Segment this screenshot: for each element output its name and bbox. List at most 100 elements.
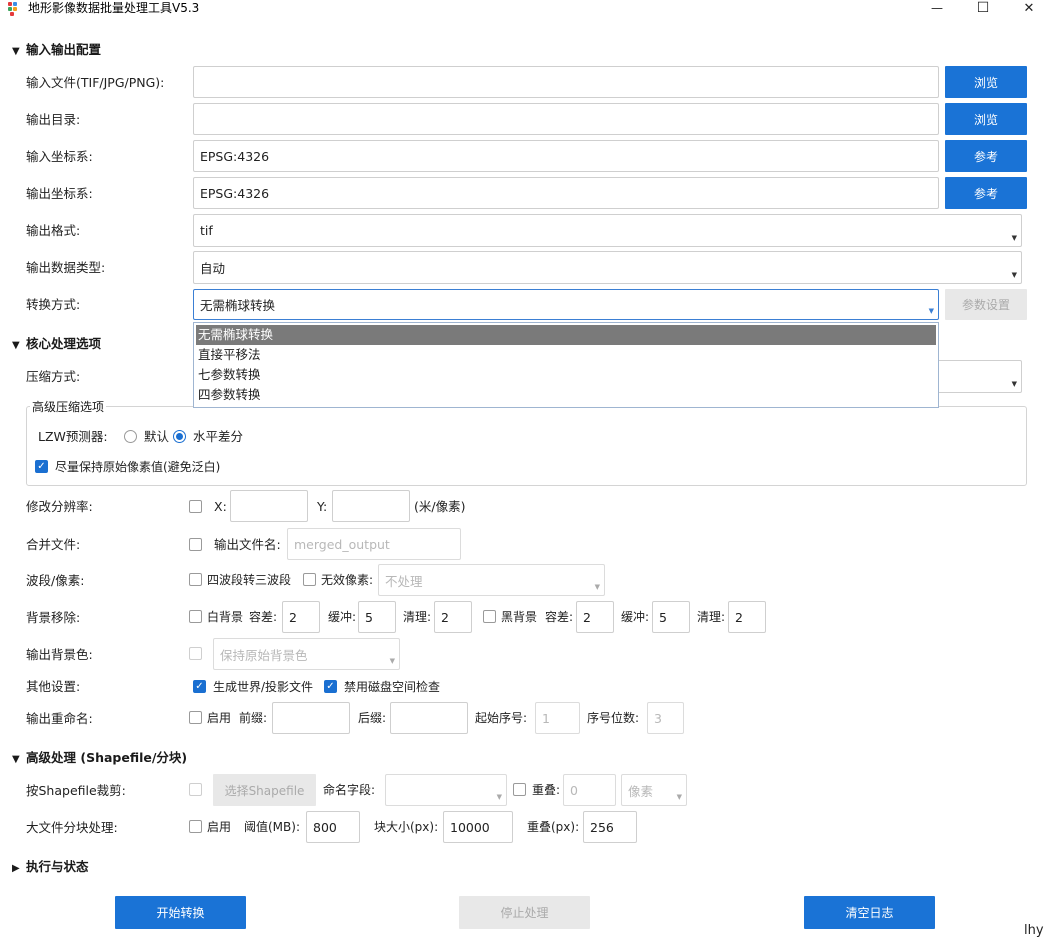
rename-checkbox[interactable] (189, 711, 202, 724)
digits-label: 序号位数: (587, 711, 640, 725)
merge-name-input[interactable]: merged_output (287, 528, 461, 560)
merge-checkbox[interactable] (189, 538, 202, 551)
white-clean-label: 清理: (403, 610, 432, 624)
prefix-input[interactable] (272, 702, 350, 734)
disk-check-checkbox[interactable]: ✓ (324, 680, 337, 693)
clip-checkbox[interactable] (189, 783, 202, 796)
res-unit-label: (米/像素) (414, 499, 466, 514)
output-crs-reference-button[interactable]: 参考 (945, 177, 1027, 209)
start-num-input[interactable]: 1 (535, 702, 580, 734)
start-button[interactable]: 开始转换 (115, 896, 246, 929)
browse-output-button[interactable]: 浏览 (945, 103, 1027, 135)
input-crs-field[interactable]: EPSG:4326 (193, 140, 939, 172)
transform-option[interactable]: 无需椭球转换 (196, 325, 936, 345)
output-crs-field[interactable]: EPSG:4326 (193, 177, 939, 209)
maximize-button[interactable]: ☐ (960, 0, 1006, 16)
radio-horizontal[interactable] (173, 430, 186, 443)
transform-option[interactable]: 直接平移法 (196, 345, 936, 365)
compress-label: 压缩方式: (26, 369, 81, 384)
black-clean-label: 清理: (697, 610, 726, 624)
black-tol-label: 容差: (545, 610, 574, 624)
browse-input-button[interactable]: 浏览 (945, 66, 1027, 98)
overlap-unit-select[interactable]: 像素 ▼ (621, 774, 687, 806)
merge-name-label: 输出文件名: (214, 537, 281, 552)
invalid-pixel-checkbox[interactable] (303, 573, 316, 586)
watermark: lhy (1024, 923, 1044, 938)
output-format-label: 输出格式: (26, 223, 81, 238)
four-to-three-checkbox[interactable] (189, 573, 202, 586)
section-io-header[interactable]: ▼ 输入输出配置 (12, 42, 101, 60)
clear-log-button[interactable]: 清空日志 (804, 896, 935, 929)
block-size-input[interactable]: 10000 (443, 811, 513, 843)
digits-input[interactable]: 3 (647, 702, 684, 734)
select-shapefile-button[interactable]: 选择Shapefile (213, 774, 316, 806)
minimize-button[interactable]: — (914, 0, 960, 16)
prefix-label: 前缀: (239, 711, 268, 725)
check-icon: ✓ (326, 680, 335, 692)
output-format-select[interactable]: tif ▼ (193, 214, 1022, 247)
suffix-label: 后缀: (358, 711, 387, 725)
tile-overlap-input[interactable]: 256 (583, 811, 637, 843)
app-icon (8, 2, 20, 16)
output-dtype-label: 输出数据类型: (26, 260, 106, 275)
overlap-input[interactable]: 0 (563, 774, 616, 806)
transform-value: 无需椭球转换 (200, 298, 276, 313)
overlap-checkbox[interactable] (513, 783, 526, 796)
radio-default[interactable] (124, 430, 137, 443)
black-buf-label: 缓冲: (621, 610, 650, 624)
transform-select[interactable]: 无需椭球转换 ▼ (193, 289, 939, 320)
transform-option[interactable]: 四参数转换 (196, 385, 936, 405)
section-exec-header[interactable]: ▶ 执行与状态 (12, 859, 89, 877)
output-dir-field[interactable] (193, 103, 939, 135)
block-size-label: 块大小(px): (374, 820, 439, 834)
section-exec-title: 执行与状态 (26, 859, 89, 874)
stop-button[interactable]: 停止处理 (459, 896, 590, 929)
close-button[interactable]: ✕ (1006, 0, 1051, 16)
output-dtype-select[interactable]: 自动 ▼ (193, 251, 1022, 284)
transform-option[interactable]: 七参数转换 (196, 365, 936, 385)
expand-triangle-icon: ▶ (12, 863, 20, 874)
resolution-checkbox[interactable] (189, 500, 202, 513)
check-icon: ✓ (195, 680, 204, 692)
threshold-label: 阈值(MB): (244, 820, 300, 834)
input-crs-label: 输入坐标系: (26, 149, 93, 164)
out-bg-checkbox[interactable] (189, 647, 202, 660)
chevron-down-icon: ▼ (594, 583, 600, 591)
start-num-label: 起始序号: (475, 711, 528, 725)
name-field-select[interactable]: ▼ (385, 774, 507, 806)
section-advanced-header[interactable]: ▼ 高级处理 (Shapefile/分块) (12, 750, 187, 768)
world-file-checkbox[interactable]: ✓ (193, 680, 206, 693)
res-x-input[interactable] (230, 490, 308, 522)
white-clean-input[interactable]: 2 (434, 601, 472, 633)
rename-label: 输出重命名: (26, 711, 93, 726)
tile-checkbox[interactable] (189, 820, 202, 833)
output-crs-label: 输出坐标系: (26, 186, 93, 201)
black-clean-input[interactable]: 2 (728, 601, 766, 633)
world-file-label: 生成世界/投影文件 (213, 680, 314, 694)
collapse-triangle-icon: ▼ (12, 340, 20, 351)
white-buf-input[interactable]: 5 (358, 601, 396, 633)
black-buf-input[interactable]: 5 (652, 601, 690, 633)
res-y-input[interactable] (332, 490, 410, 522)
invalid-pixel-select[interactable]: 不处理 ▼ (378, 564, 605, 596)
white-tol-input[interactable]: 2 (282, 601, 320, 633)
suffix-input[interactable] (390, 702, 468, 734)
threshold-input[interactable]: 800 (306, 811, 360, 843)
keep-pixels-checkbox[interactable]: ✓ (35, 460, 48, 473)
chevron-down-icon: ▼ (1011, 380, 1017, 388)
white-bg-checkbox[interactable] (189, 610, 202, 623)
black-tol-input[interactable]: 2 (576, 601, 614, 633)
black-bg-checkbox[interactable] (483, 610, 496, 623)
four-to-three-label: 四波段转三波段 (207, 573, 292, 587)
section-core-header[interactable]: ▼ 核心处理选项 (12, 336, 101, 354)
output-dir-label: 输出目录: (26, 112, 81, 127)
name-field-label: 命名字段: (323, 783, 376, 797)
lzw-label: LZW预测器: (38, 429, 108, 444)
chevron-down-icon: ▼ (389, 657, 395, 665)
input-file-field[interactable] (193, 66, 939, 98)
input-crs-reference-button[interactable]: 参考 (945, 140, 1027, 172)
title-bar: 地形影像数据批量处理工具V5.3 — ☐ ✕ (0, 0, 1051, 32)
params-settings-button[interactable]: 参数设置 (945, 289, 1027, 320)
out-bg-select[interactable]: 保持原始背景色 ▼ (213, 638, 400, 670)
close-icon: ✕ (1023, 0, 1035, 16)
